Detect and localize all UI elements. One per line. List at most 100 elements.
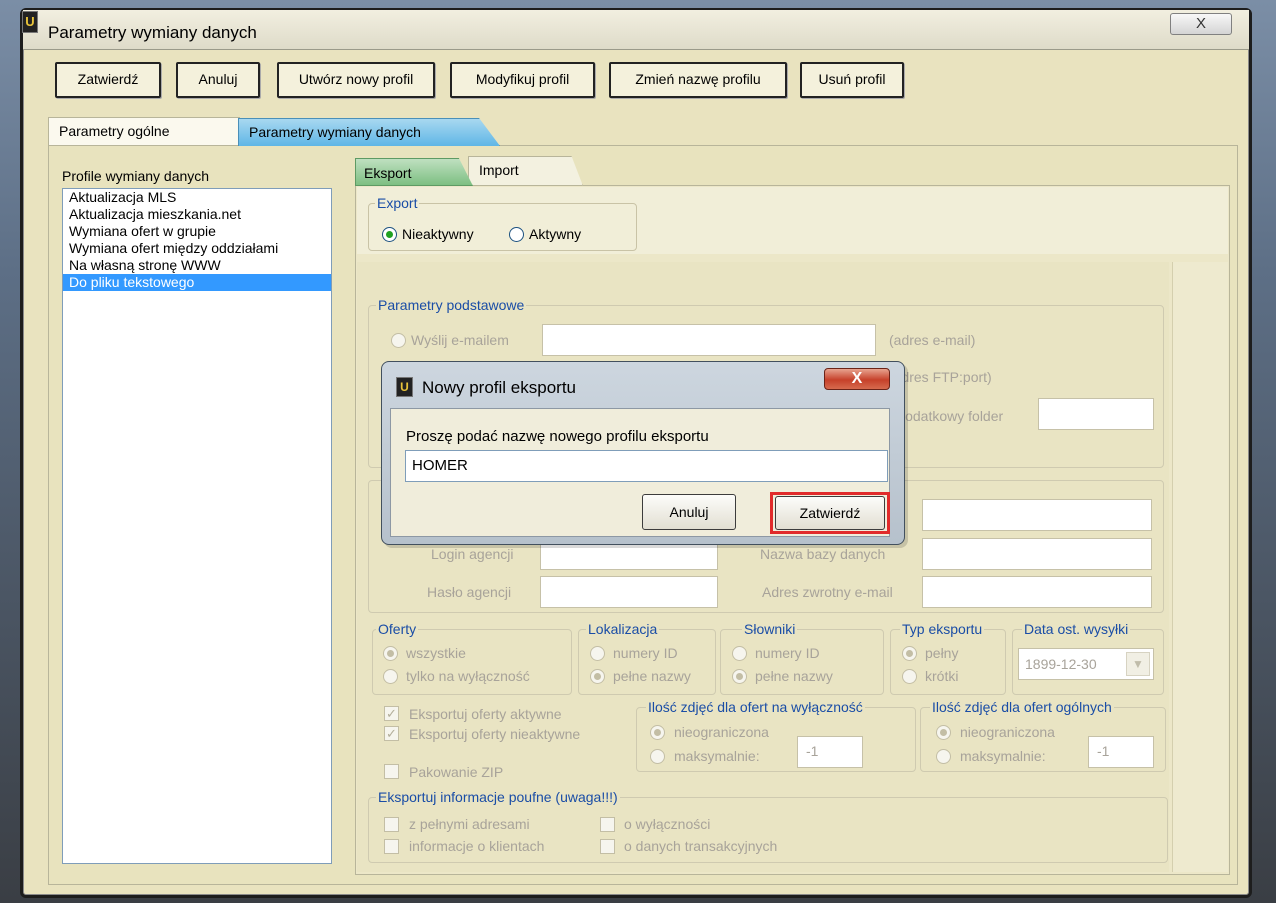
password-label: Hasło agencji [427,584,512,600]
exclusivity-checkbox[interactable] [600,817,615,832]
dict-ids-label: numery ID [755,645,820,661]
list-item[interactable]: Na własną stronę WWW [63,257,331,274]
modify-profile-button[interactable]: Modyfikuj profil [450,62,595,98]
photos-exclusive-unlimited-label: nieograniczona [674,724,769,740]
photos-exclusive-max-radio[interactable] [650,749,665,764]
send-email-radio[interactable] [391,333,406,348]
basic-params-legend: Parametry podstawowe [376,297,527,313]
list-item[interactable]: Aktualizacja MLS [63,189,331,206]
chevron-down-icon[interactable]: ▼ [1126,652,1150,676]
scrollbar[interactable] [1172,262,1228,872]
client-info-label: informacje o klientach [409,838,545,854]
location-full-radio[interactable] [590,669,605,684]
photos-general-max-field[interactable]: -1 [1088,736,1154,768]
list-item[interactable]: Aktualizacja mieszkania.net [63,206,331,223]
send-email-label: Wyślij e-mailem [411,332,509,348]
transaction-checkbox[interactable] [600,839,615,854]
last-send-legend: Data ost. wysyłki [1022,621,1131,637]
new-profile-button[interactable]: Utwórz nowy profil [277,62,435,98]
photos-exclusive-unlimited-radio[interactable] [650,725,665,740]
offers-exclusive-label: tylko na wyłączność [406,668,530,684]
dictionaries-group [720,629,884,695]
list-item[interactable]: Wymiana ofert w grupie [63,223,331,240]
location-ids-radio[interactable] [590,646,605,661]
offers-legend: Oferty [376,621,419,637]
dialog-confirm-button[interactable]: Zatwierdź [775,496,885,530]
agency-field-top[interactable] [922,499,1152,531]
tab-general[interactable]: Parametry ogólne [48,117,240,145]
list-item-selected[interactable]: Do pliku tekstowego [63,274,331,291]
window-title: Parametry wymiany danych [48,23,257,42]
tab-import[interactable]: Import [468,156,583,186]
exclusivity-label: o wyłączności [624,816,711,832]
return-email-field[interactable] [922,576,1152,608]
export-type-group [890,629,1006,695]
offers-exclusive-radio[interactable] [383,669,398,684]
dialog-prompt: Proszę podać nazwę nowego profilu ekspor… [406,428,709,445]
profile-name-input[interactable]: HOMER [405,450,888,482]
location-group [578,629,716,695]
export-inactive-label: Eksportuj oferty nieaktywne [409,726,581,742]
dialog-cancel-button[interactable]: Anuluj [642,494,736,530]
photos-general-unlimited-radio[interactable] [936,725,951,740]
export-legend: Export [375,195,420,211]
rename-profile-button[interactable]: Zmień nazwę profilu [609,62,787,98]
app-icon: U [22,11,38,33]
dialog-title: Nowy profil eksportu [422,378,577,397]
export-type-legend: Typ eksportu [900,621,985,637]
extra-folder-label: Dodatkowy folder [895,408,1004,424]
extra-folder-field[interactable] [1038,398,1154,430]
zip-label: Pakowanie ZIP [409,764,504,780]
export-full-radio[interactable] [902,646,917,661]
export-active-checkbox[interactable]: ✓ [384,706,399,721]
app-icon: U [396,377,413,397]
tab-export[interactable]: Eksport [355,158,473,186]
dict-full-label: pełne nazwy [755,668,833,684]
cancel-button[interactable]: Anuluj [176,62,260,98]
offers-group [372,629,572,695]
delete-profile-button[interactable]: Usuń profil [800,62,904,98]
inactive-radio[interactable] [382,227,397,242]
photos-exclusive-max-field[interactable]: -1 [797,736,863,768]
email-field[interactable] [542,324,876,356]
export-short-radio[interactable] [902,669,917,684]
last-send-date-value: 1899-12-30 [1025,656,1097,672]
export-inactive-checkbox[interactable]: ✓ [384,726,399,741]
client-info-checkbox[interactable] [384,839,399,854]
active-radio[interactable] [509,227,524,242]
confidential-legend: Eksportuj informacje poufne (uwaga!!!) [376,789,620,805]
photos-exclusive-legend: Ilość zdjęć dla ofert na wyłączność [646,699,865,715]
inactive-label: Nieaktywny [402,226,474,242]
password-field[interactable] [540,576,718,608]
dialog-close-button[interactable]: X [824,368,890,390]
full-addresses-checkbox[interactable] [384,817,399,832]
dict-ids-radio[interactable] [732,646,747,661]
active-label: Aktywny [529,226,582,242]
photos-general-max-radio[interactable] [936,749,951,764]
confirm-button[interactable]: Zatwierdź [55,62,161,98]
offers-all-label: wszystkie [406,645,466,661]
photos-general-legend: Ilość zdjęć dla ofert ogólnych [930,699,1114,715]
photos-general-max-label: maksymalnie: [960,748,1046,764]
export-full-label: pełny [925,645,959,661]
profiles-list[interactable]: Aktualizacja MLS Aktualizacja mieszkania… [62,188,332,864]
window-close-button[interactable]: X [1170,13,1232,35]
email-hint: (adres e-mail) [889,332,976,348]
export-short-label: krótki [925,668,959,684]
location-legend: Lokalizacja [586,621,660,637]
offers-all-radio[interactable] [383,646,398,661]
list-item[interactable]: Wymiana ofert między oddziałami [63,240,331,257]
transaction-label: o danych transakcyjnych [624,838,778,854]
db-name-label: Nazwa bazy danych [760,546,886,562]
location-ids-label: numery ID [613,645,678,661]
dictionaries-legend: Słowniki [742,621,798,637]
location-full-label: pełne nazwy [613,668,691,684]
login-label: Login agencji [431,546,514,562]
photos-exclusive-max-label: maksymalnie: [674,748,760,764]
tab-exchange[interactable]: Parametry wymiany danych [238,118,500,146]
full-addresses-label: z pełnymi adresami [409,816,530,832]
dict-full-radio[interactable] [732,669,747,684]
return-email-label: Adres zwrotny e-mail [762,584,893,600]
db-name-field[interactable] [922,538,1152,570]
zip-checkbox[interactable] [384,764,399,779]
